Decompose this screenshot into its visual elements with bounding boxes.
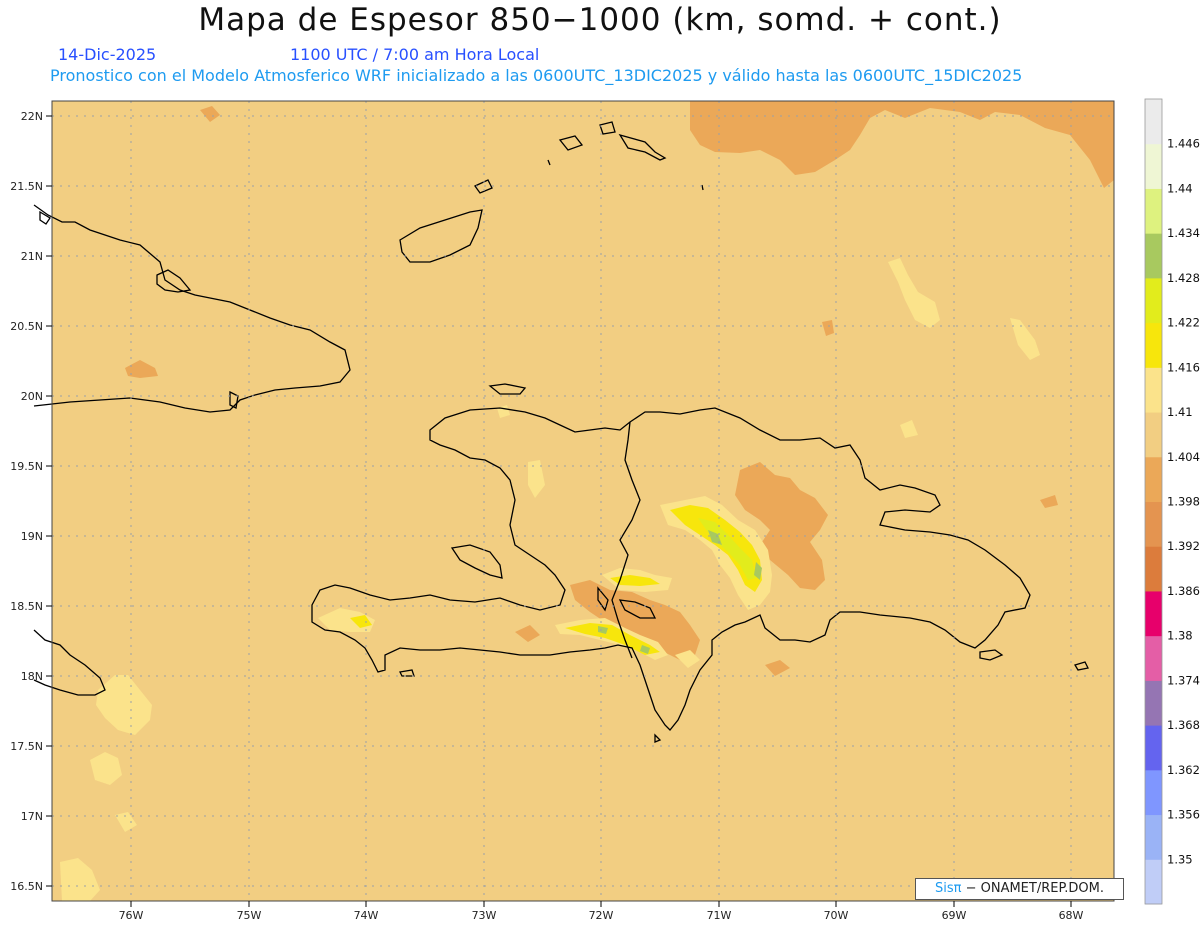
lon-label: 72W (589, 909, 614, 922)
thickness-map: 22N 21.5N 21N 20.5N 20N 19.5N 19N 18.5N … (10, 100, 1115, 922)
credit-text: − ONAMET/REP.DOM. (965, 881, 1105, 896)
lat-label: 22N (21, 110, 43, 123)
lon-label: 70W (824, 909, 849, 922)
lat-label: 19N (21, 530, 43, 543)
lat-label: 19.5N (10, 460, 43, 473)
lon-label: 73W (472, 909, 497, 922)
lon-label: 69W (942, 909, 967, 922)
lon-label: 75W (237, 909, 262, 922)
lat-label: 20.5N (10, 320, 43, 333)
lat-label: 21N (21, 250, 43, 263)
lon-label: 71W (707, 909, 732, 922)
credit-prefix: Sisπ (934, 881, 962, 896)
lon-label: 68W (1059, 909, 1084, 922)
lat-label: 20N (21, 390, 43, 403)
lat-label: 18N (21, 670, 43, 683)
credit-box: Sisπ − ONAMET/REP.DOM. (915, 878, 1124, 900)
lat-label: 17N (21, 810, 43, 823)
map-background (52, 101, 1114, 901)
lat-label: 16.5N (10, 880, 43, 893)
lat-label: 18.5N (10, 600, 43, 613)
lat-label: 21.5N (10, 180, 43, 193)
lon-label: 74W (354, 909, 379, 922)
lat-label: 17.5N (10, 740, 43, 753)
lon-label: 76W (119, 909, 144, 922)
